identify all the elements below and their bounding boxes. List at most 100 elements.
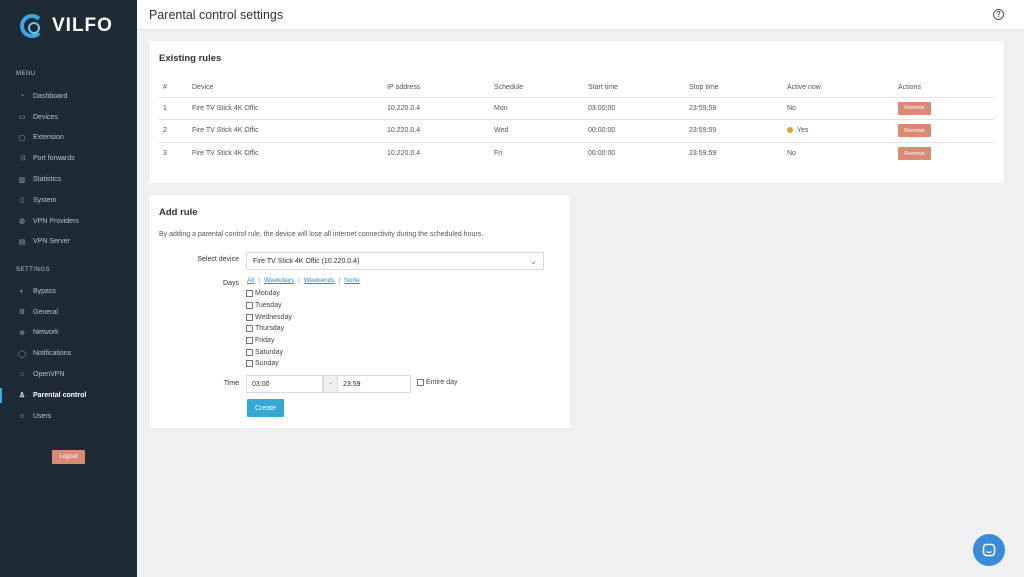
sidebar-item-network[interactable]: ⊕ Network [0, 323, 137, 344]
checkbox[interactable] [246, 313, 253, 321]
sidebar-item-label: Notifications [33, 350, 72, 358]
table-header-row: # Device IP address Schedule Start time … [159, 79, 994, 98]
menu-section-label: MENU [16, 71, 36, 77]
checkbox[interactable] [246, 348, 253, 356]
rule-active-now: No [783, 142, 894, 165]
logo[interactable]: VILFO [20, 13, 113, 39]
day-label: Wednesday [255, 313, 292, 321]
entire-day-option[interactable]: Entire day [417, 379, 458, 386]
entire-day-checkbox[interactable] [417, 379, 424, 386]
sidebar-item-statistics[interactable]: ▥ Statistics [0, 169, 137, 190]
sidebar-item-dashboard[interactable]: ◔ Dashboard [0, 86, 137, 107]
day-option-friday[interactable]: Friday [246, 335, 292, 347]
sidebar-item-bypass[interactable]: ◐ Bypass [0, 281, 137, 302]
parental-icon: ♙ [18, 392, 26, 400]
sidebar-item-label: OpenVPN [33, 371, 65, 379]
rule-start-time: 00:00:00 [584, 119, 685, 143]
rule-ip: 10.220.0.4 [383, 97, 490, 120]
add-rule-card: Add rule By adding a parental control ru… [149, 195, 570, 428]
menu-nav: ◔ Dashboard ▭ Devices ▢ Extension ⤨ Port for… [0, 86, 137, 252]
checkbox[interactable] [246, 290, 253, 298]
vpn-icon: ◍ [18, 218, 26, 226]
day-option-monday[interactable]: Monday [246, 288, 292, 300]
sidebar-item-notifications[interactable]: ◯ Notifications [0, 343, 137, 364]
sidebar-item-extension[interactable]: ▢ Extension [0, 128, 137, 149]
rule-number: 1 [159, 97, 188, 120]
day-option-sunday[interactable]: Sunday [246, 358, 292, 370]
create-button[interactable]: Create [247, 399, 284, 417]
sidebar-item-label: Devices [33, 113, 58, 121]
day-label: Monday [255, 290, 280, 298]
day-option-saturday[interactable]: Saturday [246, 346, 292, 358]
days-weekends-link[interactable]: Weekends [304, 277, 335, 284]
checkbox[interactable] [246, 337, 253, 345]
sidebar-item-label: Parental control [33, 391, 87, 399]
vilfo-logo-icon [20, 14, 44, 38]
day-label: Thursday [255, 325, 285, 333]
time-label: Time [223, 380, 239, 387]
day-label: Tuesday [255, 302, 282, 310]
sidebar-item-openvpn[interactable]: ⌂ OpenVPN [0, 364, 137, 385]
sidebar-item-system[interactable]: ▯ System [0, 190, 137, 211]
extension-icon: ▢ [18, 134, 26, 142]
help-icon[interactable]: ? [993, 9, 1004, 20]
sidebar-item-general[interactable]: ⚙ General [0, 302, 137, 323]
shuffle-icon: ⤨ [19, 154, 25, 162]
chat-icon: ◯ [18, 350, 26, 358]
end-time-input[interactable]: 23:59 [337, 375, 411, 393]
sidebar-item-vpn-server[interactable]: ▤ VPN Server [0, 232, 137, 253]
chevron-down-icon: ⌄ [529, 256, 537, 266]
select-device-label: Select device [197, 256, 239, 263]
day-quick-links: All | Weekdays | Weekends | None [247, 277, 360, 284]
checkbox[interactable] [246, 302, 253, 310]
active-status-text: Yes [797, 127, 809, 135]
chart-icon: ▥ [18, 176, 26, 184]
days-all-link[interactable]: All [247, 277, 254, 284]
remove-button[interactable]: Remove [898, 147, 931, 160]
rule-stop-time: 23:59:59 [689, 150, 717, 157]
lock-icon: ⌂ [19, 371, 25, 379]
chat-icon [982, 543, 996, 557]
days-none-link[interactable]: None [344, 277, 360, 284]
column-header: # [159, 79, 188, 98]
day-option-tuesday[interactable]: Tuesday [246, 300, 292, 312]
sidebar-item-users[interactable]: ☺ Users [0, 406, 137, 427]
sidebar-item-label: VPN Server [33, 238, 70, 246]
remove-button[interactable]: Remove [898, 124, 931, 138]
rule-number: 3 [163, 150, 167, 157]
checkbox[interactable] [246, 325, 253, 333]
header: Parental control settings ? [137, 0, 1024, 30]
day-checkbox-list: Monday Tuesday Wednesday Thursday Friday… [246, 288, 292, 370]
day-label: Friday [255, 337, 275, 345]
sidebar-item-port-forwards[interactable]: ⤨ Port forwards [0, 148, 137, 169]
remove-button[interactable]: Remove [898, 101, 931, 115]
chat-support-button[interactable] [973, 534, 1005, 566]
column-header: Schedule [490, 79, 584, 98]
sidebar-item-label: Statistics [33, 176, 62, 184]
active-dot-icon [787, 127, 793, 134]
sidebar-item-vpn-providers[interactable]: ◍ VPN Providers [0, 211, 137, 232]
rule-ip: 10.220.0.4 [387, 150, 421, 157]
start-time-input[interactable]: 03:00 [246, 375, 323, 393]
existing-rules-title: Existing rules [159, 53, 222, 64]
checkbox[interactable] [246, 360, 253, 368]
rule-schedule: Fri [494, 150, 503, 157]
device-select-value: Fire TV Stick 4K Offic (10.220.0.4) [253, 257, 360, 265]
network-icon: ⊕ [19, 329, 25, 337]
server-icon: ▤ [18, 238, 26, 246]
sidebar-item-devices[interactable]: ▭ Devices [0, 107, 137, 128]
device-select[interactable]: Fire TV Stick 4K Offic (10.220.0.4) ⌄ [246, 252, 544, 270]
rule-actions: Remove [894, 142, 994, 165]
column-header: Start time [584, 79, 685, 98]
rule-ip: 10.220.0.4 [383, 119, 490, 143]
logout-button[interactable]: Logout [52, 450, 85, 464]
day-option-wednesday[interactable]: Wednesday [246, 311, 292, 323]
table-row: 1 Fire TV Stick 4K Offic 10.220.0.4 Mon … [159, 97, 994, 120]
day-option-thursday[interactable]: Thursday [246, 323, 292, 335]
rule-start-time: 00:00:00 [588, 150, 616, 157]
days-weekdays-link[interactable]: Weekdays [264, 277, 294, 284]
sidebar-item-label: General [33, 308, 58, 316]
sidebar-item-parental-control[interactable]: ♙ Parental control [0, 385, 137, 406]
gear-icon: ⚙ [18, 309, 26, 317]
existing-rules-card: Existing rules # Device IP address Sched… [149, 41, 1004, 183]
